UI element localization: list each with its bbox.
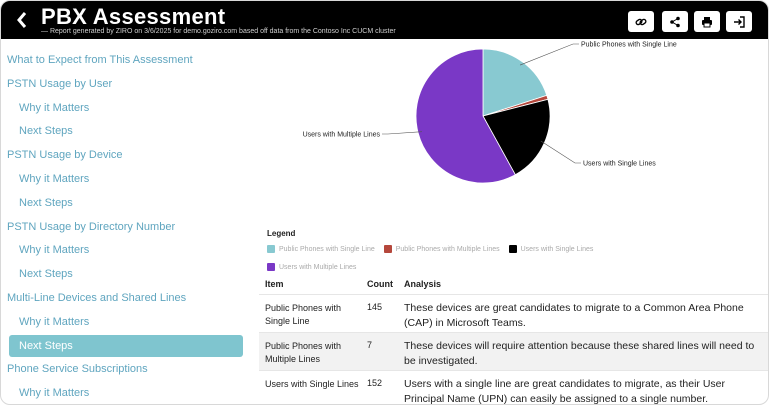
legend-swatch — [267, 263, 275, 271]
column-header-count: Count — [367, 279, 393, 289]
legend-label: Public Phones with Multiple Lines — [395, 245, 500, 253]
link-icon — [635, 18, 647, 25]
sidebar-subsection-link[interactable]: Next Steps — [9, 334, 243, 357]
cell-item: Public Phones with Multiple Lines — [265, 341, 342, 364]
sidebar-section-link[interactable]: What to Expect from This Assessment — [1, 49, 247, 71]
legend-label: Users with Single Lines — [520, 245, 594, 253]
table-row: Public Phones with Single Line 145 These d… — [259, 294, 768, 332]
cell-item: Users with Single Lines — [265, 379, 359, 389]
callout-line — [540, 140, 581, 164]
page-title: PBX Assessment — [41, 4, 226, 29]
sidebar-subsection-link[interactable]: Why it Matters — [1, 239, 247, 261]
sidebar-subsection-link[interactable]: Next Steps — [1, 263, 247, 285]
sidebar-subsection-link[interactable]: Why it Matters — [1, 382, 247, 404]
cell-item: Public Phones with Single Line — [265, 303, 342, 326]
sidebar-section-link[interactable]: PSTN Usage by Device — [1, 144, 247, 166]
slice-label: Users with Single Lines — [583, 161, 656, 168]
cell-count: 7 — [367, 340, 373, 350]
legend-title: Legend — [267, 229, 296, 238]
sidebar-subsection-link[interactable]: Why it Matters — [1, 311, 247, 333]
cell-count: 145 — [367, 302, 383, 312]
assessment-table: Item Count Analysis Public Phones with S… — [259, 274, 768, 405]
pie-chart-svg: Public Phones with Single Line Users with… — [303, 42, 677, 184]
cell-count: 152 — [367, 378, 383, 388]
legend-label: Users with Multiple Lines — [279, 263, 357, 271]
cell-analysis: These devices are great candidates to mi… — [404, 302, 744, 329]
print-icon — [702, 16, 712, 27]
sidebar-subsection-link[interactable]: Next Steps — [1, 120, 247, 142]
app-window: PBX Assessment — Report generated by ZIR… — [0, 0, 769, 405]
callout-line — [519, 43, 579, 66]
sidebar-subsection-link[interactable]: Next Steps — [1, 192, 247, 214]
sidebar-nav: What to Expect from This Assessment PSTN … — [1, 43, 249, 404]
header-bar: PBX Assessment — Report generated by ZIR… — [1, 1, 768, 39]
sidebar-section-link[interactable]: Phone Service Subscriptions — [1, 358, 247, 380]
cell-analysis: Users with a single line are great candi… — [404, 378, 725, 405]
legend-swatch — [267, 245, 275, 253]
legend-item: Public Phones with Single Line — [267, 245, 375, 253]
print-button[interactable] — [694, 11, 720, 32]
main-content: Public Phones with Single Line Users with… — [251, 39, 768, 405]
slice-label: Users with Multiple Lines — [303, 132, 381, 139]
link-button[interactable] — [628, 11, 654, 32]
chevron-left-icon — [17, 12, 27, 28]
table-row: Public Phones with Multiple Lines 7 These … — [259, 332, 768, 370]
legend-row: Public Phones with Single Line Public Pho… — [267, 245, 602, 253]
sidebar-section-link[interactable]: PSTN Usage by User — [1, 73, 247, 95]
legend-item: Public Phones with Multiple Lines — [383, 245, 500, 253]
slice-label: Public Phones with Single Line — [581, 42, 677, 49]
pie-chart: Public Phones with Single Line Users with… — [251, 39, 768, 219]
column-header-analysis: Analysis — [404, 279, 442, 289]
table-row: Users with Single Lines 152 Users with a s… — [259, 370, 768, 405]
legend-swatch — [383, 245, 392, 253]
sidebar-subsection-link[interactable]: Why it Matters — [1, 168, 247, 190]
legend-swatch — [508, 245, 517, 253]
table-header: Item Count Analysis — [259, 274, 768, 294]
share-button[interactable] — [662, 11, 688, 32]
legend-label: Public Phones with Single Line — [279, 245, 375, 253]
callout-line — [382, 131, 423, 135]
report-subtitle: — Report generated by ZIRO on 3/6/2025 f… — [41, 28, 396, 35]
sidebar-section-link[interactable]: PSTN Usage by Directory Number — [1, 216, 247, 238]
legend-item: Users with Multiple Lines — [267, 263, 356, 271]
sign-in-icon — [734, 15, 745, 28]
sidebar-section-link[interactable]: Multi-Line Devices and Shared Lines — [1, 287, 247, 309]
legend-item: Users with Single Lines — [508, 245, 594, 253]
column-header-item: Item — [265, 279, 284, 289]
cell-analysis: These devices will require attention bec… — [404, 340, 755, 367]
sidebar-subsection-link[interactable]: Why it Matters — [1, 97, 247, 119]
back-button[interactable] — [11, 6, 33, 32]
share-icon — [670, 16, 680, 27]
export-button[interactable] — [726, 11, 752, 32]
legend-row: Users with Multiple Lines — [267, 263, 365, 271]
